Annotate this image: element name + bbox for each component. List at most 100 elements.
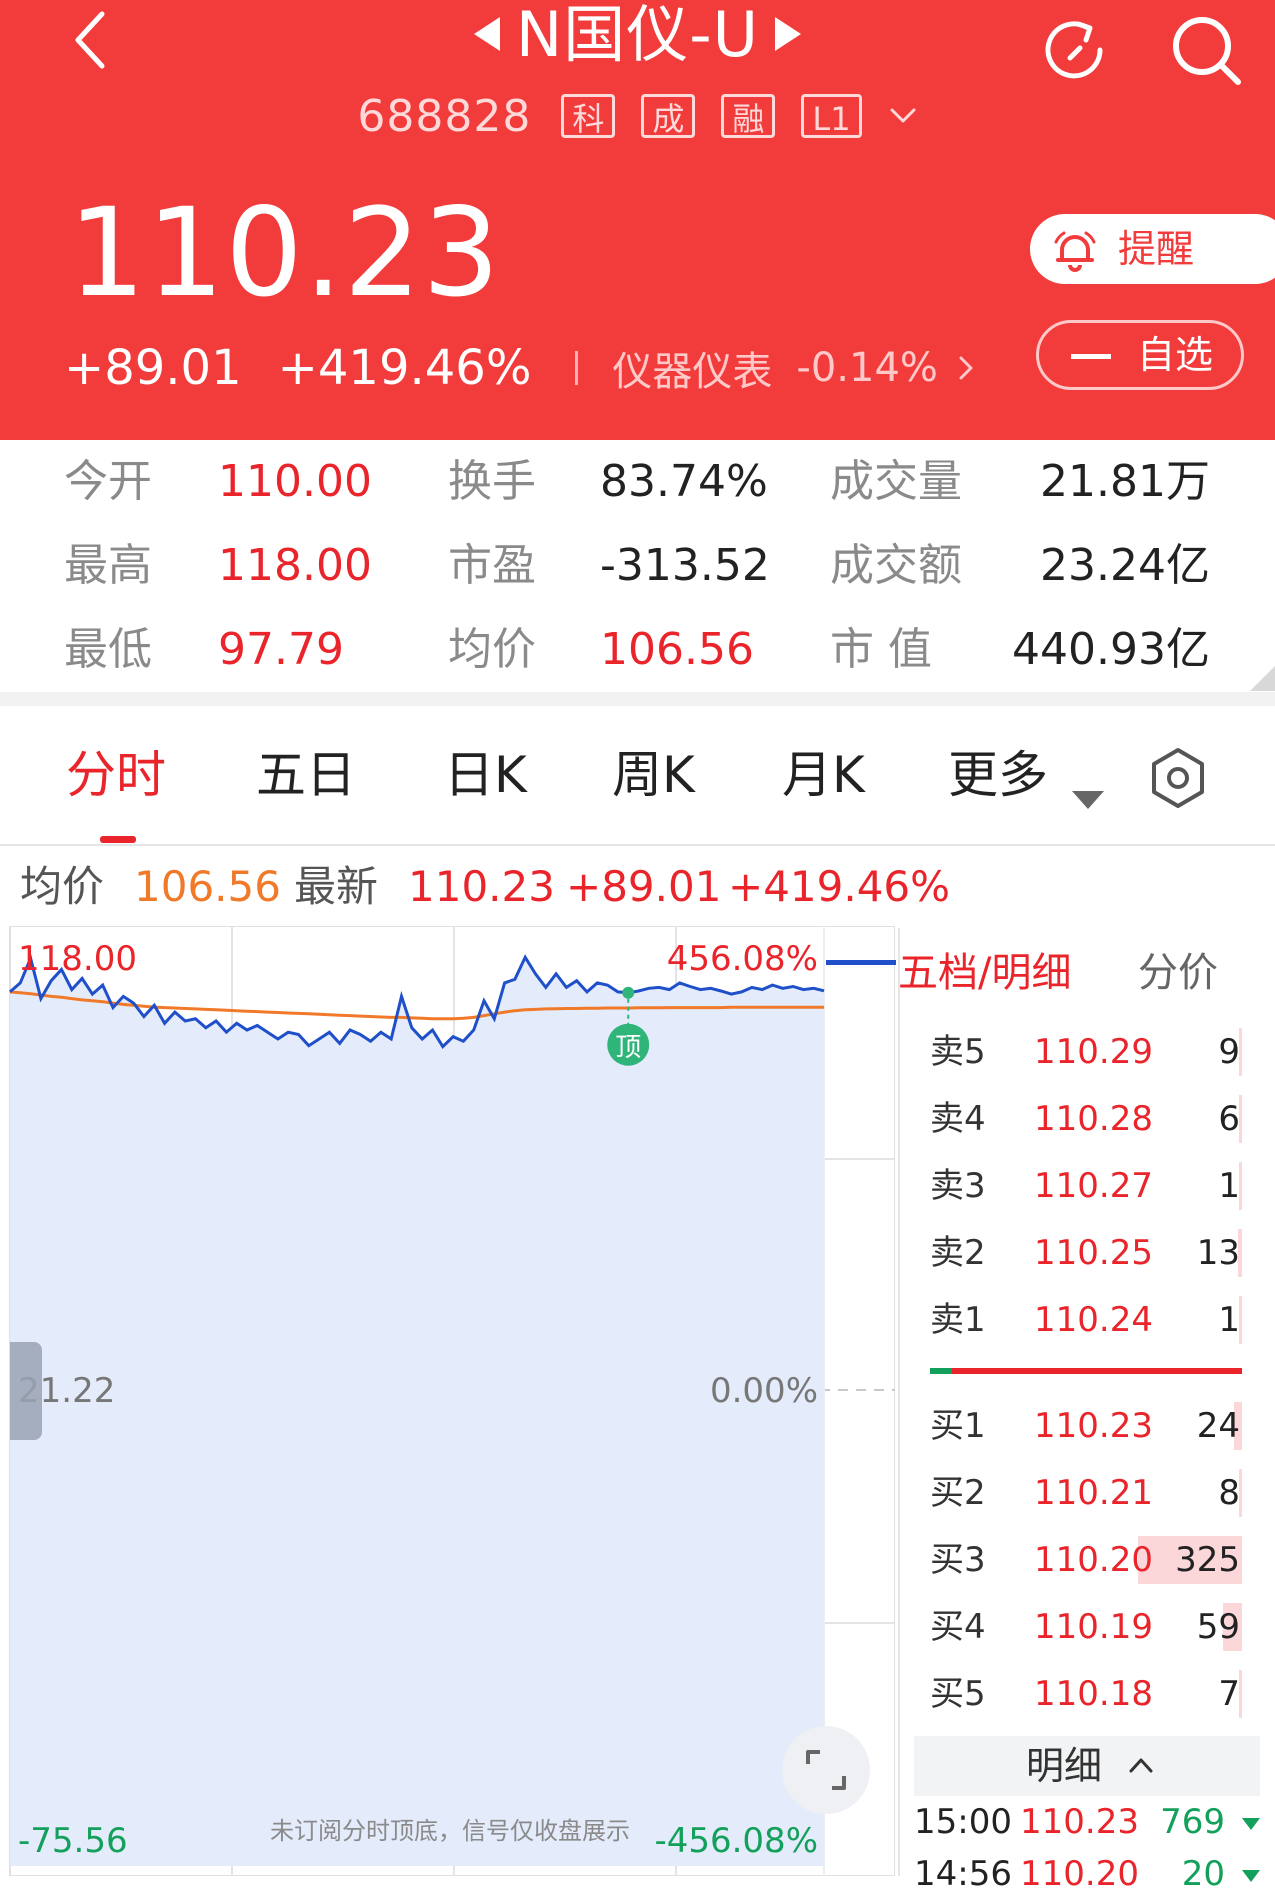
level-label: 买1 bbox=[930, 1406, 986, 1446]
bids-level-row[interactable]: 买5 110.18 7 bbox=[900, 1664, 1250, 1720]
level-label: 卖5 bbox=[930, 1032, 986, 1072]
level-volume: 7 bbox=[1218, 1674, 1240, 1714]
level-label: 卖3 bbox=[930, 1166, 986, 1206]
alert-button[interactable]: 提醒 bbox=[1030, 214, 1275, 284]
bids-level-row[interactable]: 买1 110.23 24 bbox=[900, 1396, 1250, 1452]
chart-footnote: 未订阅分时顶底，信号仅收盘展示 bbox=[270, 1817, 630, 1845]
search-icon[interactable] bbox=[1168, 12, 1246, 90]
level-volume: 59 bbox=[1196, 1607, 1240, 1647]
sector-change: -0.14% bbox=[796, 345, 938, 391]
bids-level-row[interactable]: 买3 110.20 325 bbox=[900, 1530, 1250, 1586]
stat-label: 最高 bbox=[64, 540, 152, 591]
level-price: 110.20 bbox=[1034, 1540, 1153, 1580]
level-price: 110.29 bbox=[1034, 1032, 1153, 1072]
chevron-right-icon bbox=[959, 356, 973, 380]
level-label: 卖4 bbox=[930, 1099, 986, 1139]
next-stock-icon[interactable] bbox=[775, 16, 802, 51]
level-label: 买5 bbox=[930, 1674, 986, 1714]
level-price: 110.25 bbox=[1034, 1233, 1153, 1273]
stat-label: 市盈 bbox=[448, 540, 536, 591]
badge-star-market[interactable]: 科 bbox=[561, 94, 616, 138]
level-volume: 1 bbox=[1218, 1300, 1240, 1340]
price-change: +89.01 bbox=[64, 340, 242, 396]
down-arrow-icon bbox=[1242, 1870, 1260, 1882]
stat-value: -313.52 bbox=[600, 540, 770, 591]
level-volume: 6 bbox=[1218, 1099, 1240, 1139]
level-label: 卖2 bbox=[930, 1233, 986, 1273]
trade-price: 110.23 bbox=[1020, 1802, 1139, 1842]
level-price: 110.18 bbox=[1034, 1674, 1153, 1714]
current-price: 110.23 bbox=[68, 182, 501, 324]
intraday-chart[interactable]: 118.00 456.08%21.22 0.00%-75.56 -456.08% 顶 bbox=[0, 926, 895, 1876]
stat-label: 换手 bbox=[448, 456, 536, 507]
trade-price: 110.20 bbox=[1020, 1854, 1139, 1894]
avg-value: 106.56 bbox=[134, 862, 281, 911]
side-drawer-handle[interactable] bbox=[10, 1342, 42, 1440]
bids-level-row[interactable]: 买4 110.19 59 bbox=[900, 1597, 1250, 1653]
level-volume: 13 bbox=[1196, 1233, 1240, 1273]
stat-label: 最低 bbox=[64, 624, 152, 675]
asks-level-row[interactable]: 卖4 110.28 6 bbox=[900, 1089, 1250, 1145]
stat-value: 83.74% bbox=[600, 456, 768, 507]
watchlist-button[interactable]: 自选 bbox=[1036, 320, 1244, 390]
bids-level-row[interactable]: 买2 110.21 8 bbox=[900, 1463, 1250, 1519]
marker-label: 顶 bbox=[615, 1033, 641, 1063]
minus-icon bbox=[1071, 354, 1111, 359]
level-label: 买2 bbox=[930, 1473, 986, 1513]
level-price: 110.27 bbox=[1034, 1166, 1153, 1206]
price-area-fill bbox=[10, 957, 824, 1866]
chevron-down-icon[interactable] bbox=[888, 106, 918, 126]
stock-code-row: 688828 科 成 融 L1 bbox=[0, 86, 1275, 146]
caret-down-icon[interactable] bbox=[1070, 788, 1106, 812]
level-volume: 325 bbox=[1175, 1540, 1240, 1580]
y-axis-bottom-pct: -456.08% bbox=[654, 1821, 818, 1861]
y-axis-top-label: 118.00 bbox=[18, 939, 137, 979]
bid-ask-ratio-green bbox=[930, 1368, 952, 1374]
tab-price-volume[interactable]: 分价 bbox=[1138, 948, 1218, 998]
asks-level-row[interactable]: 卖2 110.25 13 bbox=[900, 1223, 1250, 1279]
latest-change-pct: +419.46% bbox=[728, 862, 951, 911]
tab-five-day[interactable]: 五日 bbox=[256, 740, 356, 810]
asks-level-row[interactable]: 卖3 110.27 1 bbox=[900, 1156, 1250, 1212]
badge-margin[interactable]: 融 bbox=[721, 94, 776, 138]
stat-label: 今开 bbox=[64, 456, 152, 507]
settings-icon[interactable] bbox=[1148, 746, 1208, 810]
tab-orderbook[interactable]: 五档/明细 bbox=[898, 948, 1071, 998]
level-volume: 8 bbox=[1218, 1473, 1240, 1513]
section-separator bbox=[0, 692, 1275, 706]
prev-stock-icon[interactable] bbox=[473, 16, 500, 51]
tab-daily-k[interactable]: 日K bbox=[444, 740, 527, 810]
refresh-icon[interactable] bbox=[1038, 14, 1110, 86]
tab-indicator bbox=[100, 836, 136, 843]
trade-volume: 20 bbox=[1181, 1854, 1225, 1894]
expand-corner-icon[interactable] bbox=[1250, 666, 1275, 691]
tab-weekly-k[interactable]: 周K bbox=[612, 740, 695, 810]
bid-ask-ratio-bar bbox=[930, 1368, 1242, 1374]
level-price: 110.19 bbox=[1034, 1607, 1153, 1647]
level-price: 110.21 bbox=[1034, 1473, 1153, 1513]
asks-level-row[interactable]: 卖5 110.29 9 bbox=[900, 1022, 1250, 1078]
avg-label: 均价 bbox=[20, 862, 105, 911]
latest-change: +89.01 bbox=[566, 862, 722, 911]
price-change-pct: +419.46% bbox=[277, 340, 532, 396]
badge-level1[interactable]: L1 bbox=[801, 94, 862, 138]
y-axis-mid-pct: 0.00% bbox=[710, 1371, 818, 1411]
tab-intraday[interactable]: 分时 bbox=[66, 740, 166, 810]
fullscreen-button[interactable] bbox=[782, 1726, 870, 1814]
badge-component[interactable]: 成 bbox=[641, 94, 696, 138]
sector-link[interactable]: 仪器仪表 -0.14% bbox=[612, 339, 976, 397]
detail-header[interactable]: 明细 bbox=[914, 1736, 1260, 1796]
stock-code: 688828 bbox=[357, 90, 532, 142]
asks-level-row[interactable]: 卖1 110.24 1 bbox=[900, 1290, 1250, 1346]
down-arrow-icon bbox=[1242, 1818, 1260, 1830]
latest-value: 110.23 bbox=[408, 862, 555, 911]
level-volume: 9 bbox=[1218, 1032, 1240, 1072]
tab-more[interactable]: 更多 bbox=[948, 740, 1048, 810]
stat-label: 均价 bbox=[448, 624, 536, 675]
change-row: +89.01 +419.46% 仪器仪表 -0.14% bbox=[64, 338, 976, 398]
stat-value: 23.24亿 bbox=[1040, 540, 1210, 591]
tab-monthly-k[interactable]: 月K bbox=[782, 740, 865, 810]
level-price: 110.28 bbox=[1034, 1099, 1153, 1139]
orderbook-tab-indicator bbox=[826, 960, 896, 965]
stat-label: 成交额 bbox=[830, 540, 962, 591]
